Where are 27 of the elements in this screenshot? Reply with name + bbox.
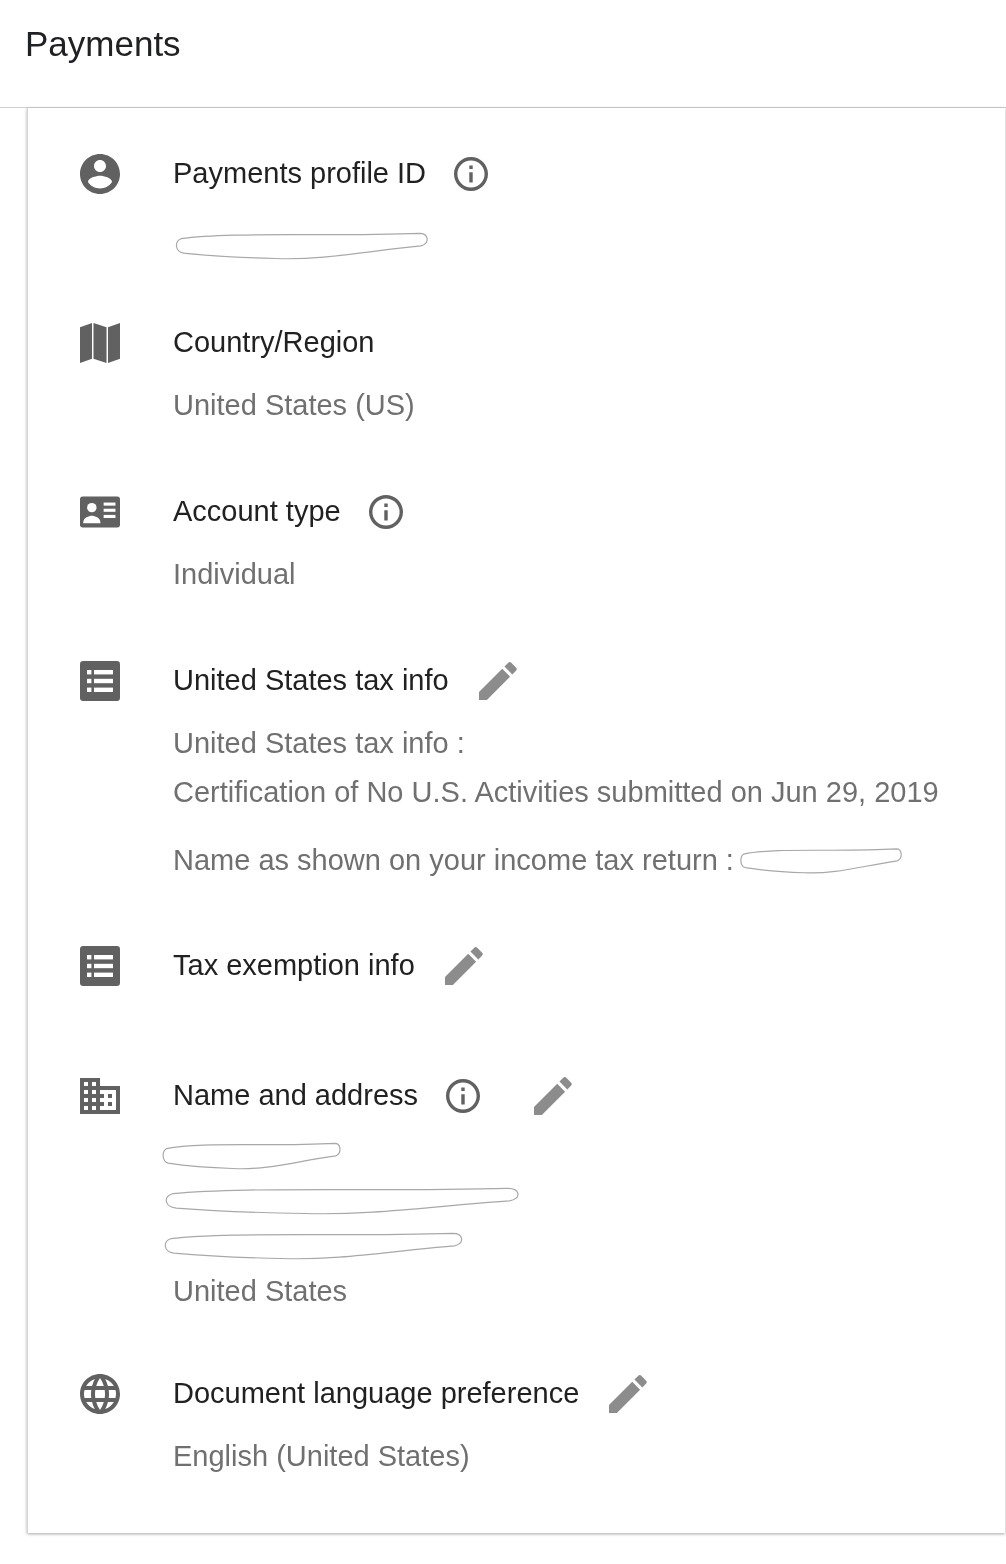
info-icon[interactable] <box>368 495 403 529</box>
field-value: United States tax info : <box>173 726 466 761</box>
section-title: Country/Region <box>173 325 375 361</box>
section-title: Document language preference <box>173 1376 580 1412</box>
globe-icon <box>80 1374 120 1414</box>
field-value: Certification of No U.S. Activities submitted on Jun 29, 2019 <box>173 775 939 810</box>
section-title: Name and address <box>173 1078 419 1114</box>
page-title: Payments <box>25 23 181 66</box>
field-value: Name as shown on your income tax return : <box>173 842 734 878</box>
info-icon[interactable] <box>446 1079 481 1113</box>
pencil-icon[interactable] <box>444 947 483 985</box>
section-title: Tax exemption info <box>173 948 415 984</box>
pencil-icon[interactable] <box>609 1375 648 1413</box>
pencil-icon[interactable] <box>534 1077 573 1115</box>
pencil-icon[interactable] <box>478 662 517 700</box>
map-icon <box>80 323 120 363</box>
section-title: Account type <box>173 494 341 530</box>
list-icon <box>80 661 120 701</box>
field-value: Individual <box>173 557 297 592</box>
field-value: English (United States) <box>173 1439 471 1474</box>
section-title: United States tax info <box>173 663 449 699</box>
list-icon <box>80 946 120 986</box>
building-icon <box>80 1076 120 1116</box>
field-value: United States (US) <box>173 388 415 423</box>
info-icon[interactable] <box>454 157 489 191</box>
section-title: Payments profile ID <box>173 156 427 192</box>
field-value: United States <box>173 1274 349 1309</box>
